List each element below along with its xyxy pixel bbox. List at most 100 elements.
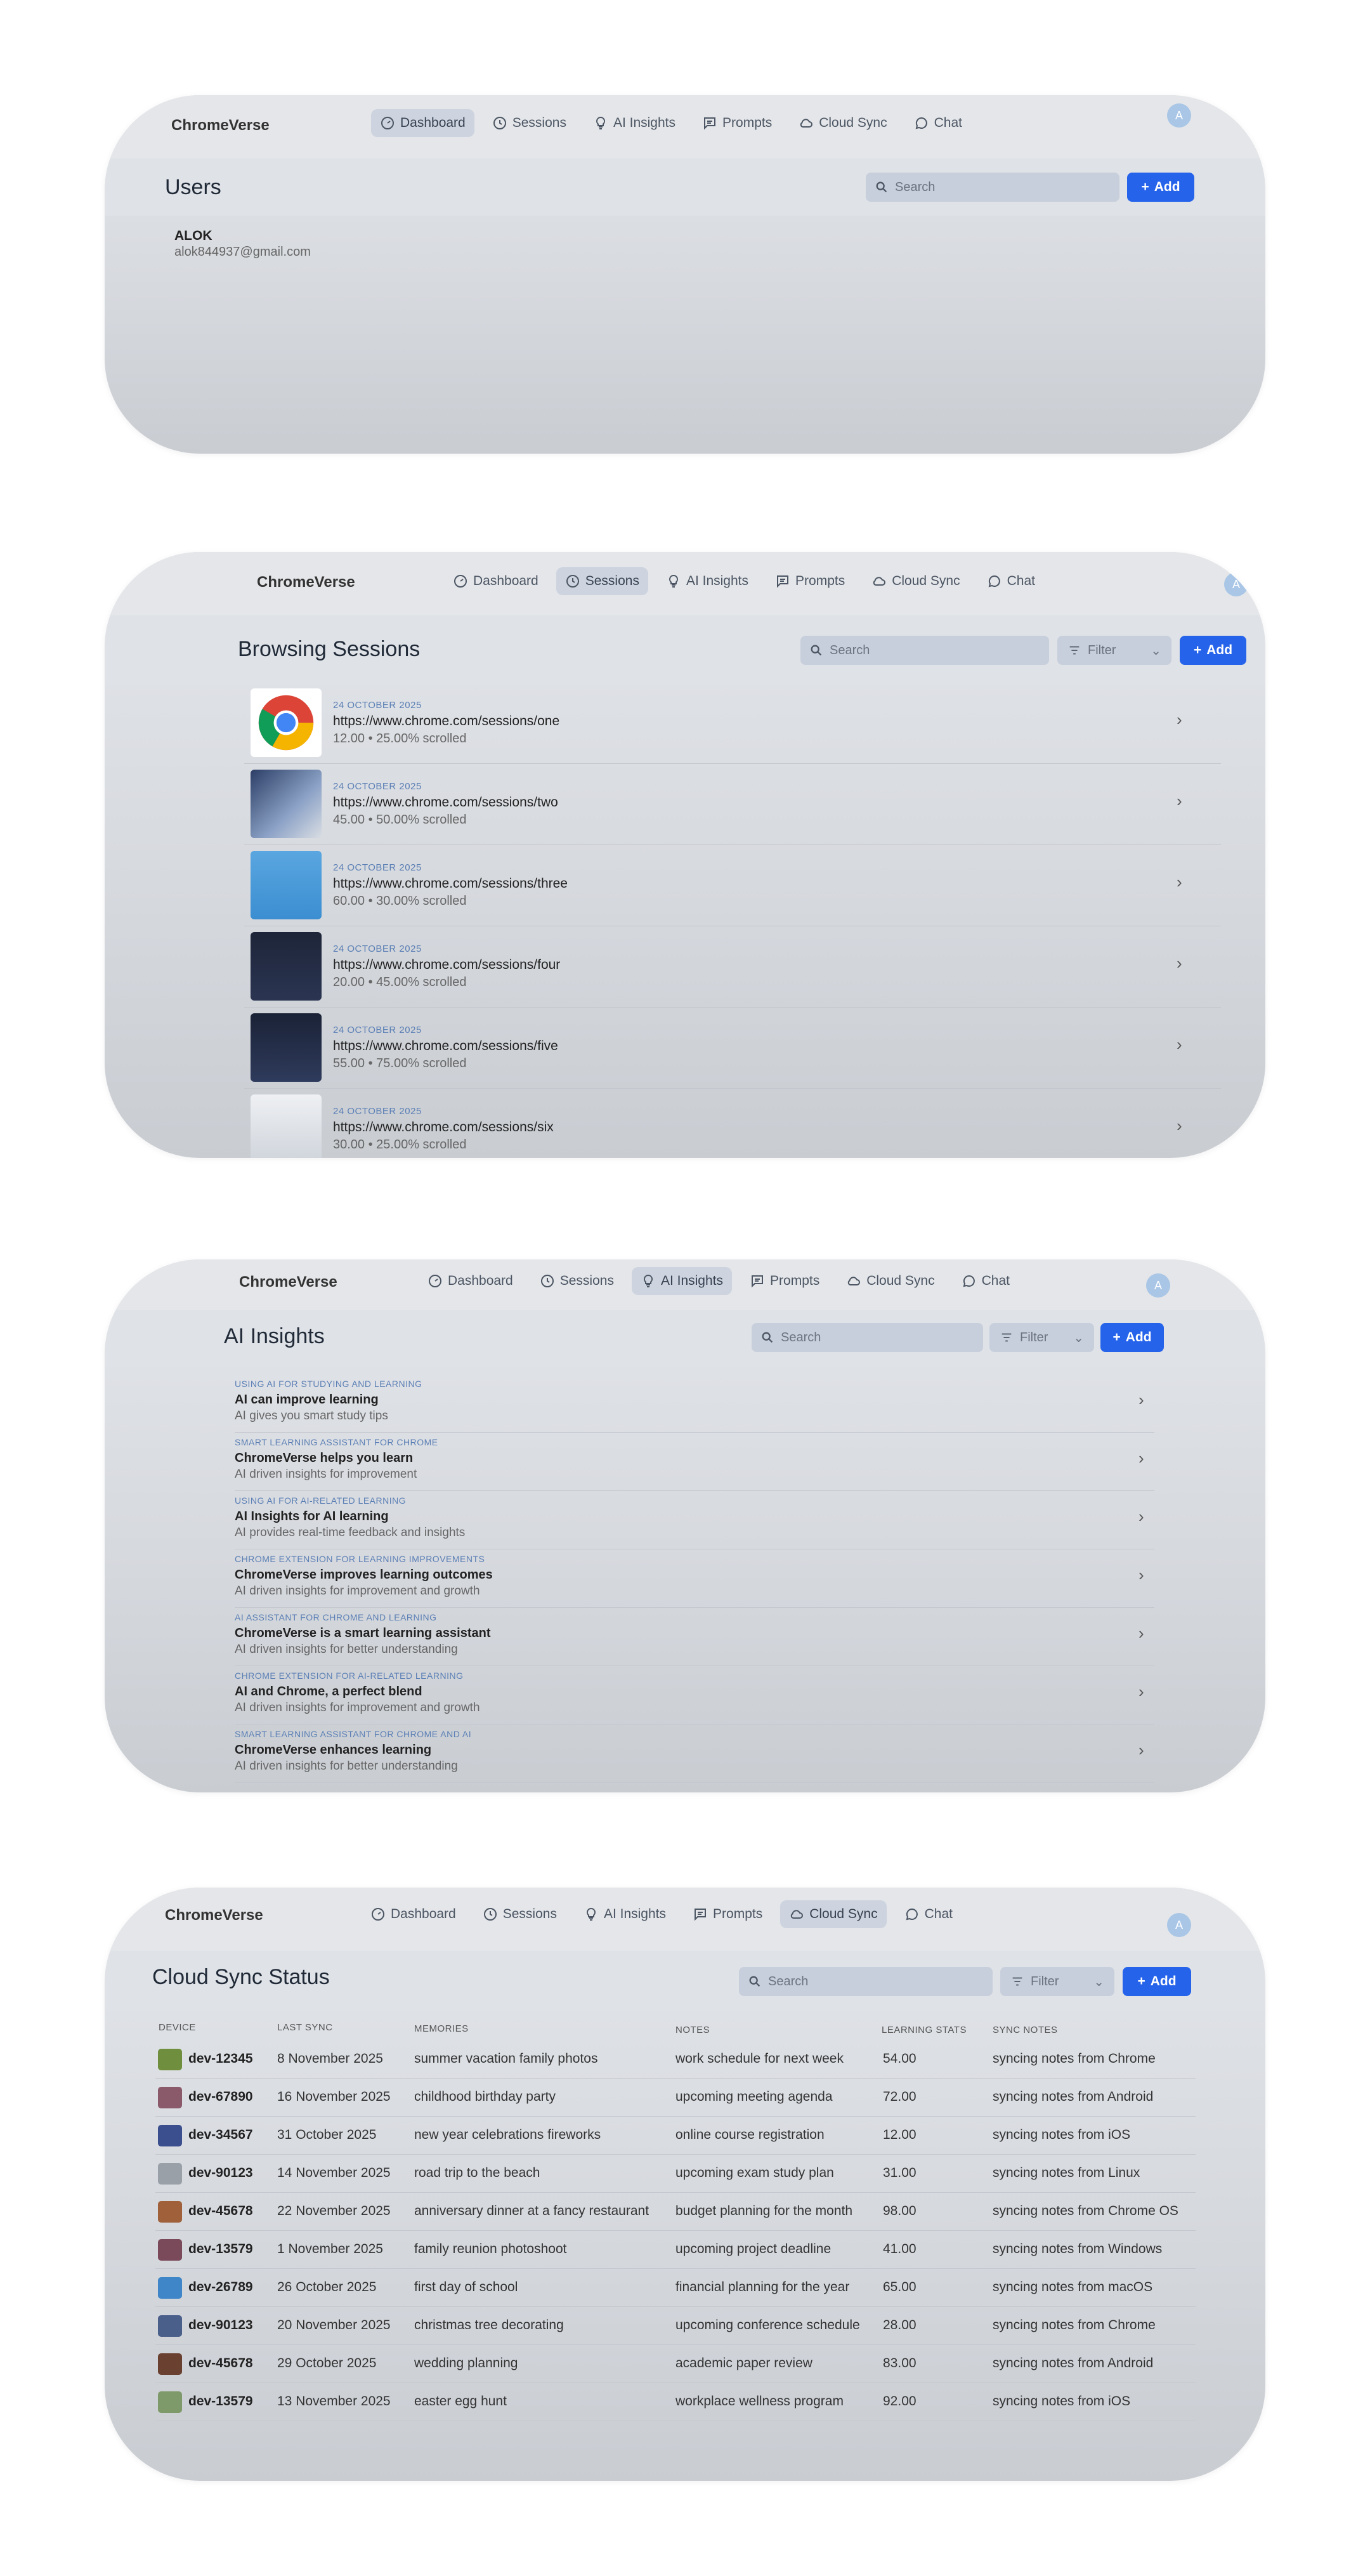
search-input[interactable]: Search [739,1967,993,1996]
chevron-right-icon: › [1138,1682,1144,1701]
nav-insights[interactable]: AI Insights [657,567,757,595]
nav-prompts[interactable]: Prompts [741,1267,828,1295]
table-row[interactable]: dev-67890 16 November 2025 childhood bir… [155,2078,1196,2117]
device-thumbnail [158,2353,182,2375]
filter-dropdown[interactable]: Filter ⌄ [1000,1967,1114,1996]
col-last-sync: LAST SYNC [277,2022,333,2033]
insight-row[interactable]: CHROME EXTENSION FOR LEARNING IMPROVEMEN… [235,1549,1154,1608]
session-url: https://www.chrome.com/sessions/five [333,1039,558,1053]
note: academic paper review [675,2356,812,2370]
top-nav: ChromeVerse Dashboard Sessions AI Insigh… [105,552,1265,615]
table-row[interactable]: dev-26789 26 October 2025 first day of s… [155,2268,1196,2307]
nav-dashboard[interactable]: Dashboard [362,1900,465,1928]
insight-row[interactable]: USING AI FOR STUDYING AND LEARNING AI ca… [235,1374,1154,1433]
insight-row[interactable]: SMART LEARNING ASSISTANT FOR CHROME AND … [235,1724,1154,1783]
nav-sessions[interactable]: Sessions [483,109,575,137]
session-date: 24 OCTOBER 2025 [333,700,422,711]
avatar[interactable]: A [1167,1913,1191,1937]
nav-sessions[interactable]: Sessions [474,1900,566,1928]
session-meta: 20.00 • 45.00% scrolled [333,975,467,989]
session-row[interactable]: 24 OCTOBER 2025 https://www.chrome.com/s… [244,844,1221,926]
table-row[interactable]: dev-90123 20 November 2025 christmas tre… [155,2306,1196,2345]
search-input[interactable]: Search [800,636,1049,665]
table-row[interactable]: dev-13579 13 November 2025 easter egg hu… [155,2382,1196,2421]
table-row[interactable]: dev-34567 31 October 2025 new year celeb… [155,2116,1196,2155]
search-input[interactable]: Search [752,1323,983,1352]
session-row[interactable]: 24 OCTOBER 2025 https://www.chrome.com/s… [244,1088,1221,1158]
add-button[interactable]: + Add [1123,1967,1191,1996]
chevron-right-icon: › [1138,1390,1144,1409]
nav-dashboard[interactable]: Dashboard [419,1267,522,1295]
nav-insights[interactable]: AI Insights [575,1900,675,1928]
nav-chat[interactable]: Chat [905,109,971,137]
nav-cloud-sync[interactable]: Cloud Sync [780,1900,887,1928]
add-button[interactable]: + Add [1100,1323,1164,1352]
nav-cloud-sync[interactable]: Cloud Sync [837,1267,943,1295]
plus-icon: + [1193,643,1202,657]
nav-dashboard[interactable]: Dashboard [444,567,547,595]
insight-row[interactable]: SMART LEARNING ASSISTANT FOR CHROME Chro… [235,1432,1154,1491]
nav-cloud-sync[interactable]: Cloud Sync [790,109,896,137]
nav-sessions-label: Sessions [512,115,566,130]
dashboard-icon [372,1908,384,1921]
insight-title: ChromeVerse enhances learning [235,1743,432,1757]
session-url: https://www.chrome.com/sessions/one [333,714,560,728]
nav-chat-label: Chat [934,115,962,130]
session-row[interactable]: 24 OCTOBER 2025 https://www.chrome.com/s… [244,682,1221,764]
add-button[interactable]: + Add [1127,173,1194,202]
filter-dropdown[interactable]: Filter ⌄ [989,1323,1094,1352]
dashboard-icon [454,575,467,588]
table-row[interactable]: dev-90123 14 November 2025 road trip to … [155,2154,1196,2193]
avatar[interactable]: A [1224,572,1248,596]
nav-sessions[interactable]: Sessions [556,567,648,595]
message-square-icon [777,575,789,588]
nav-dashboard[interactable]: Dashboard [371,109,474,137]
top-nav: ChromeVerse Dashboard Sessions AI Insigh… [105,95,1265,159]
memory: family reunion photoshoot [414,2242,567,2256]
avatar[interactable]: A [1167,103,1191,128]
table-row[interactable]: dev-13579 1 November 2025 family reunion… [155,2230,1196,2269]
device-thumbnail [158,2201,182,2223]
nav-prompts[interactable]: Prompts [693,109,781,137]
nav-cloud-sync-label: Cloud Sync [819,115,887,130]
insight-row[interactable]: USING AI FOR AI-RELATED LEARNING AI Insi… [235,1490,1154,1549]
nav-chat[interactable]: Chat [978,567,1044,595]
session-row[interactable]: 24 OCTOBER 2025 https://www.chrome.com/s… [244,763,1221,845]
nav-chat[interactable]: Chat [953,1267,1019,1295]
table-row[interactable]: dev-12345 8 November 2025 summer vacatio… [155,2040,1196,2079]
session-date: 24 OCTOBER 2025 [333,1106,422,1117]
insight-row[interactable]: CHROME EXTENSION FOR AI-RELATED LEARNING… [235,1666,1154,1725]
device-id: dev-67890 [188,2089,253,2104]
insights-panel: ChromeVerse Dashboard Sessions AI Insigh… [105,1259,1265,1792]
session-row[interactable]: 24 OCTOBER 2025 https://www.chrome.com/s… [244,926,1221,1008]
device-id: dev-13579 [188,2242,253,2256]
nav-insights[interactable]: AI Insights [584,109,684,137]
nav-sessions[interactable]: Sessions [531,1267,623,1295]
device-thumbnail [158,2391,182,2413]
nav-prompts[interactable]: Prompts [766,567,854,595]
cloud-icon [848,1277,861,1285]
note: budget planning for the month [675,2204,853,2218]
cloud-icon [873,577,886,586]
col-sync-notes: SYNC NOTES [993,2025,1058,2035]
avatar[interactable]: A [1146,1273,1170,1298]
nav-chat[interactable]: Chat [896,1900,962,1928]
nav-cloud-sync[interactable]: Cloud Sync [863,567,969,595]
session-row[interactable]: 24 OCTOBER 2025 https://www.chrome.com/s… [244,1007,1221,1089]
insight-row[interactable]: AI ASSISTANT FOR CHROME AND LEARNING Chr… [235,1607,1154,1666]
chevron-right-icon: › [1138,1449,1144,1468]
filter-dropdown[interactable]: Filter ⌄ [1057,636,1171,665]
table-row[interactable]: dev-45678 29 October 2025 wedding planni… [155,2344,1196,2383]
search-input[interactable]: Search [866,173,1119,202]
insight-desc: AI driven insights for improvement and g… [235,1584,480,1598]
add-button[interactable]: + Add [1180,636,1246,665]
nav-dashboard-label: Dashboard [391,1907,456,1921]
memory: easter egg hunt [414,2394,507,2408]
nav-insights[interactable]: AI Insights [631,1267,733,1295]
table-row[interactable]: dev-45678 22 November 2025 anniversary d… [155,2192,1196,2231]
insight-desc: AI driven insights for better understand… [235,1759,458,1773]
learning-stat: 65.00 [883,2280,917,2294]
nav-prompts[interactable]: Prompts [684,1900,771,1928]
insight-title: ChromeVerse is a smart learning assistan… [235,1626,491,1640]
session-thumbnail [251,851,322,919]
